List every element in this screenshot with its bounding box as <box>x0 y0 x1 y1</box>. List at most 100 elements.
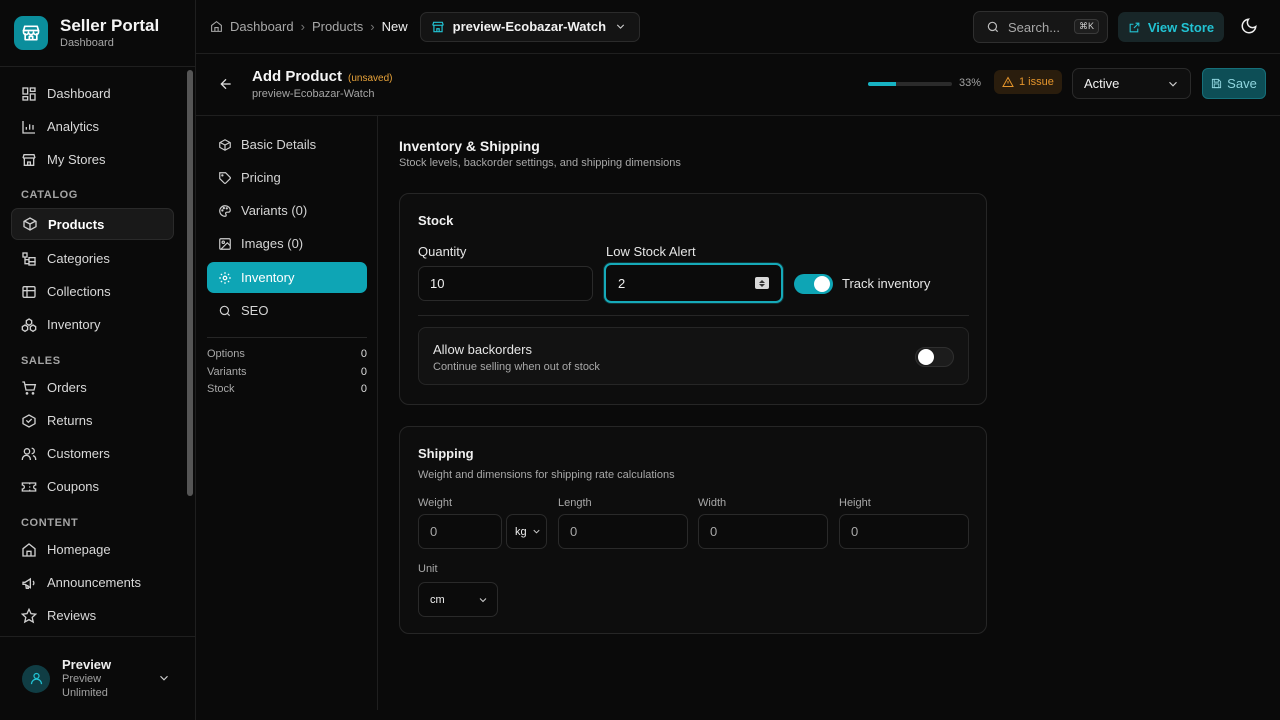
star-icon <box>21 607 37 623</box>
number-stepper[interactable] <box>755 277 769 289</box>
quantity-input[interactable]: 10 <box>418 266 593 301</box>
image-icon <box>219 237 231 250</box>
tab-images[interactable]: Images (0) <box>207 228 367 259</box>
unit-label: Unit <box>418 563 438 575</box>
length-input[interactable]: 0 <box>558 514 688 549</box>
sidebar-item-products[interactable]: Products <box>11 208 174 240</box>
width-value: 0 <box>710 524 718 539</box>
tab-basic-details[interactable]: Basic Details <box>207 129 367 160</box>
sidebar-item-label: Categories <box>47 251 110 266</box>
search-input[interactable]: Search... ⌘K <box>973 11 1108 43</box>
tab-label: Variants (0) <box>241 203 308 218</box>
track-inventory-label: Track inventory <box>842 276 931 291</box>
sidebar-item-my-stores[interactable]: My Stores <box>0 143 186 176</box>
breadcrumb-products[interactable]: Products <box>312 19 363 34</box>
tab-seo[interactable]: SEO <box>207 295 367 326</box>
returns-icon <box>22 413 36 428</box>
chevron-down-icon <box>533 529 540 534</box>
search-shortcut: ⌘K <box>1073 19 1099 34</box>
breadcrumb-current: New <box>381 19 408 34</box>
user-tier: Unlimited <box>62 687 108 699</box>
low-stock-value: 2 <box>618 275 626 291</box>
sidebar-item-customers[interactable]: Customers <box>0 437 186 470</box>
sidebar-item-label: Products <box>48 216 105 232</box>
status-value: Active <box>1084 76 1120 91</box>
low-stock-label: Low Stock Alert <box>606 244 696 259</box>
view-store-label: View Store <box>1147 19 1215 35</box>
sidebar-item-orders[interactable]: Orders <box>0 371 186 404</box>
gear-icon <box>219 271 231 284</box>
sidebar-nav: Dashboard Analytics My Stores CATALOG Pr… <box>0 68 186 636</box>
external-link-icon <box>1129 22 1140 32</box>
user-name: Preview <box>62 657 112 672</box>
backorders-row: Allow backorders Continue selling when o… <box>418 327 969 385</box>
tab-label: SEO <box>241 303 269 318</box>
save-button[interactable]: Save <box>1202 68 1266 99</box>
low-stock-input[interactable]: 2 <box>604 263 783 303</box>
tab-label: Basic Details <box>241 137 317 152</box>
search-icon <box>987 21 999 33</box>
weight-input[interactable]: 0 <box>418 514 502 549</box>
section-catalog: CATALOG <box>21 189 78 201</box>
stat-variants: Variants 0 <box>207 366 367 378</box>
sidebar-item-categories[interactable]: Categories <box>0 242 186 275</box>
sidebar-item-collections[interactable]: Collections <box>0 275 186 308</box>
collections-icon <box>22 285 36 298</box>
breadcrumb-separator: › <box>370 19 375 34</box>
user-plan: Preview <box>62 673 102 685</box>
quantity-value: 10 <box>430 276 445 291</box>
tab-inventory[interactable]: Inventory <box>207 262 367 293</box>
allow-backorders-toggle[interactable] <box>915 347 954 367</box>
sidebar-item-label: Announcements <box>47 575 141 590</box>
store-icon <box>22 153 36 166</box>
chevron-down-icon <box>616 24 625 29</box>
store-selector-value: preview-Ecobazar-Watch <box>452 19 607 34</box>
stat-label: Stock <box>207 383 235 395</box>
backorders-title: Allow backorders <box>433 342 532 357</box>
sidebar-item-reviews[interactable]: Reviews <box>0 599 186 632</box>
breadcrumb: Dashboard › Products › New <box>210 19 408 34</box>
save-label: Save <box>1227 76 1257 91</box>
sidebar-item-label: Returns <box>47 413 93 428</box>
moon-icon <box>1241 18 1257 34</box>
store-selector[interactable]: preview-Ecobazar-Watch <box>419 11 641 42</box>
weight-unit-select[interactable]: kg <box>506 514 547 549</box>
back-button[interactable] <box>218 76 234 92</box>
width-input[interactable]: 0 <box>698 514 828 549</box>
sidebar-item-returns[interactable]: Returns <box>0 404 186 437</box>
user-menu[interactable]: Preview Preview Unlimited <box>0 636 195 720</box>
sidebar-item-homepage[interactable]: Homepage <box>0 533 186 566</box>
view-store-button[interactable]: View Store <box>1118 12 1224 42</box>
height-input[interactable]: 0 <box>839 514 969 549</box>
progress-fill <box>868 82 896 86</box>
sidebar-item-coupons[interactable]: Coupons <box>0 470 186 503</box>
track-inventory-toggle[interactable] <box>794 274 833 294</box>
home-icon <box>22 542 36 557</box>
sidebar-item-label: Dashboard <box>47 86 111 101</box>
sidebar-item-announcements[interactable]: Announcements <box>0 566 186 599</box>
sidebar-scrollbar[interactable] <box>187 70 193 496</box>
breadcrumb-dashboard[interactable]: Dashboard <box>230 19 294 34</box>
status-select[interactable]: Active <box>1072 68 1191 99</box>
sidebar-item-inventory[interactable]: Inventory <box>0 308 186 341</box>
cart-icon <box>22 380 37 395</box>
sidebar-item-dashboard[interactable]: Dashboard <box>0 77 186 110</box>
tab-label: Inventory <box>241 270 295 285</box>
section-title: Inventory & Shipping <box>399 138 540 154</box>
search-placeholder: Search... <box>1008 19 1061 35</box>
save-icon <box>1212 78 1222 89</box>
inventory-icon <box>21 317 37 332</box>
sidebar-item-label: My Stores <box>47 152 106 167</box>
dimension-unit-select[interactable]: cm <box>418 582 498 617</box>
divider <box>207 337 367 338</box>
theme-toggle-button[interactable] <box>1240 17 1258 35</box>
tab-pricing[interactable]: Pricing <box>207 162 367 193</box>
stat-value: 0 <box>360 383 367 395</box>
brand: Seller Portal Dashboard <box>0 0 195 67</box>
chevron-down-icon <box>160 675 168 681</box>
tab-variants[interactable]: Variants (0) <box>207 195 367 226</box>
sidebar-item-analytics[interactable]: Analytics <box>0 110 186 143</box>
issues-badge[interactable]: 1 issue <box>994 70 1062 94</box>
shipping-subtitle: Weight and dimensions for shipping rate … <box>418 469 675 481</box>
sidebar: Seller Portal Dashboard Dashboard Analyt… <box>0 0 196 720</box>
